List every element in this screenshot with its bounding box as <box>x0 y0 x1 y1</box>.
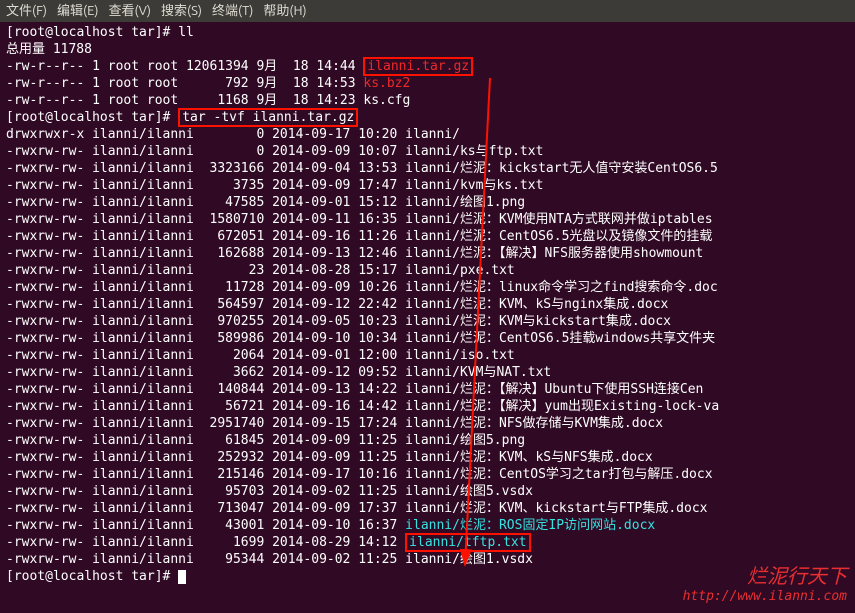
menubar: 文件(F) 编辑(E) 查看(V) 搜索(S) 终端(T) 帮助(H) <box>0 0 855 22</box>
menu-search[interactable]: 搜索(S) <box>161 0 202 22</box>
terminal-output[interactable]: [root@localhost tar]# ll总用量 11788-rw-r--… <box>0 22 855 587</box>
watermark-url: http://www.ilanni.com <box>683 587 847 607</box>
menu-terminal[interactable]: 终端(T) <box>212 0 253 22</box>
menu-help[interactable]: 帮助(H) <box>263 0 306 22</box>
cursor <box>178 570 186 584</box>
menu-edit[interactable]: 编辑(E) <box>57 0 98 22</box>
menu-file[interactable]: 文件(F) <box>6 0 47 22</box>
menu-view[interactable]: 查看(V) <box>109 0 151 22</box>
